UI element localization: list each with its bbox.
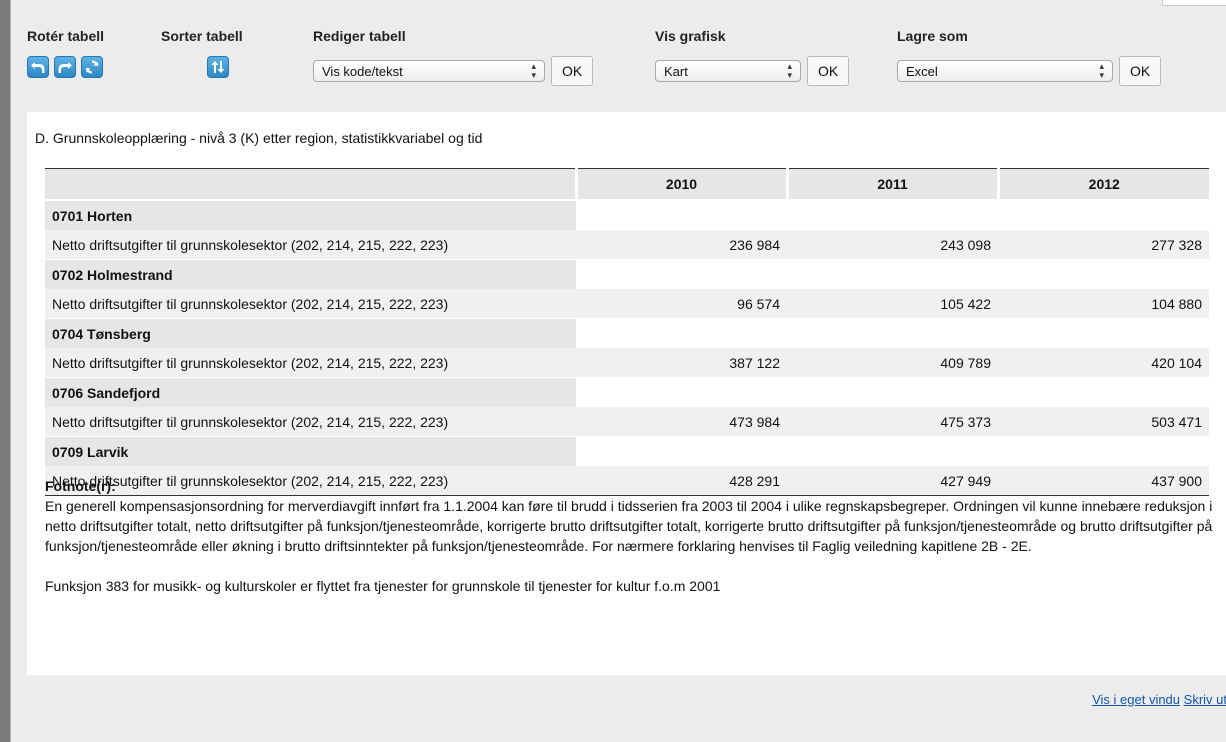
- table-row: Netto driftsutgifter til grunnskolesekto…: [45, 230, 1209, 260]
- value-cell: 236 984: [576, 230, 787, 260]
- region-row: 0701 Horten: [45, 200, 1209, 230]
- region-name: 0706 Sandefjord: [45, 377, 576, 407]
- region-row: 0709 Larvik: [45, 436, 1209, 466]
- sort-arrows-icon: [211, 61, 225, 73]
- region-name: 0709 Larvik: [45, 436, 576, 466]
- graphic-select[interactable]: Kart ▴ ▾: [655, 60, 801, 82]
- bottom-links: Vis i eget vindu Skriv ut: [1092, 692, 1226, 707]
- rotate-left-button[interactable]: [27, 56, 49, 78]
- refresh-icon: [85, 60, 99, 74]
- value-cell: 104 880: [998, 289, 1209, 319]
- save-select-value: Excel: [906, 63, 938, 79]
- select-arrows-icon: ▴ ▾: [787, 61, 792, 80]
- value-cell: 105 422: [787, 289, 998, 319]
- select-arrows-icon: ▴ ▾: [531, 61, 536, 80]
- graphic-ok-button[interactable]: OK: [807, 56, 850, 86]
- sort-button[interactable]: [207, 56, 229, 78]
- table-panel: D. Grunnskoleopplæring - nivå 3 (K) ette…: [27, 112, 1226, 675]
- save-select[interactable]: Excel ▴ ▾: [897, 60, 1113, 82]
- print-link[interactable]: Skriv ut: [1184, 692, 1226, 707]
- graphic-label: Vis grafisk: [655, 28, 726, 44]
- toolbar: Rotér tabell Sorter tabell Rediger tabel…: [11, 0, 1226, 110]
- graphic-group: Vis grafisk Kart ▴ ▾ OK: [655, 28, 850, 86]
- table-view-window: Rotér tabell Sorter tabell Rediger tabel…: [10, 0, 1226, 742]
- column-header-year[interactable]: 2011: [785, 168, 998, 201]
- value-cell: 409 789: [787, 348, 998, 378]
- rotate-right-button[interactable]: [54, 56, 76, 78]
- variable-label: Netto driftsutgifter til grunnskolesekto…: [45, 407, 576, 437]
- footnote-text: Funksjon 383 for musikk- og kulturskoler…: [45, 578, 721, 594]
- data-table: 2010 2011 2012 0701 Horten Netto driftsu…: [45, 168, 1209, 496]
- edit-ok-button[interactable]: OK: [551, 56, 594, 86]
- variable-label: Netto driftsutgifter til grunnskolesekto…: [45, 289, 576, 319]
- region-row: 0706 Sandefjord: [45, 377, 1209, 407]
- edit-select-value: Vis kode/tekst: [322, 63, 403, 79]
- open-in-window-link[interactable]: Vis i eget vindu: [1092, 692, 1180, 707]
- value-cell: 243 098: [787, 230, 998, 260]
- region-name: 0702 Holmestrand: [45, 259, 576, 289]
- footnote-text: En generell kompensasjonsordning for mer…: [45, 498, 1213, 554]
- table-row: Netto driftsutgifter til grunnskolesekto…: [45, 289, 1209, 319]
- region-row: 0704 Tønsberg: [45, 318, 1209, 348]
- value-cell: 420 104: [998, 348, 1209, 378]
- rotate-label: Rotér tabell: [27, 28, 105, 44]
- value-cell: 473 984: [576, 407, 787, 437]
- save-label: Lagre som: [897, 28, 968, 44]
- edit-select[interactable]: Vis kode/tekst ▴ ▾: [313, 60, 545, 82]
- rotate-left-icon: [31, 62, 45, 73]
- table-row: Netto driftsutgifter til grunnskolesekto…: [45, 407, 1209, 437]
- value-cell: 96 574: [576, 289, 787, 319]
- sort-label: Sorter tabell: [161, 28, 243, 44]
- edit-label: Rediger tabell: [313, 28, 406, 44]
- rotate-right-icon: [58, 62, 72, 73]
- table-header-row: 2010 2011 2012: [45, 168, 1209, 201]
- region-row: 0702 Holmestrand: [45, 259, 1209, 289]
- region-name: 0704 Tønsberg: [45, 318, 576, 348]
- select-arrows-icon: ▴ ▾: [1099, 61, 1104, 80]
- region-name: 0701 Horten: [45, 200, 576, 230]
- column-header-year[interactable]: 2012: [996, 168, 1209, 201]
- save-group: Lagre som Excel ▴ ▾ OK: [897, 28, 1162, 86]
- variable-label: Netto driftsutgifter til grunnskolesekto…: [45, 230, 576, 260]
- value-cell: 277 328: [998, 230, 1209, 260]
- edit-group: Rediger tabell Vis kode/tekst ▴ ▾ OK: [313, 28, 594, 86]
- value-cell: 475 373: [787, 407, 998, 437]
- graphic-select-value: Kart: [664, 63, 688, 79]
- sort-group: Sorter tabell: [161, 28, 243, 78]
- save-ok-button[interactable]: OK: [1119, 56, 1162, 86]
- column-header-year[interactable]: 2010: [574, 168, 787, 201]
- table-title: D. Grunnskoleopplæring - nivå 3 (K) ette…: [35, 130, 483, 146]
- value-cell: 387 122: [576, 348, 787, 378]
- rotate-group: Rotér tabell: [27, 28, 104, 78]
- header-corner: [45, 168, 576, 201]
- variable-label: Netto driftsutgifter til grunnskolesekto…: [45, 348, 576, 378]
- footnote-heading: Fotnote(r):: [45, 478, 116, 494]
- footnotes: Fotnote(r): En generell kompensasjonsord…: [45, 476, 1217, 596]
- refresh-button[interactable]: [81, 56, 103, 78]
- value-cell: 503 471: [998, 407, 1209, 437]
- table-row: Netto driftsutgifter til grunnskolesekto…: [45, 348, 1209, 378]
